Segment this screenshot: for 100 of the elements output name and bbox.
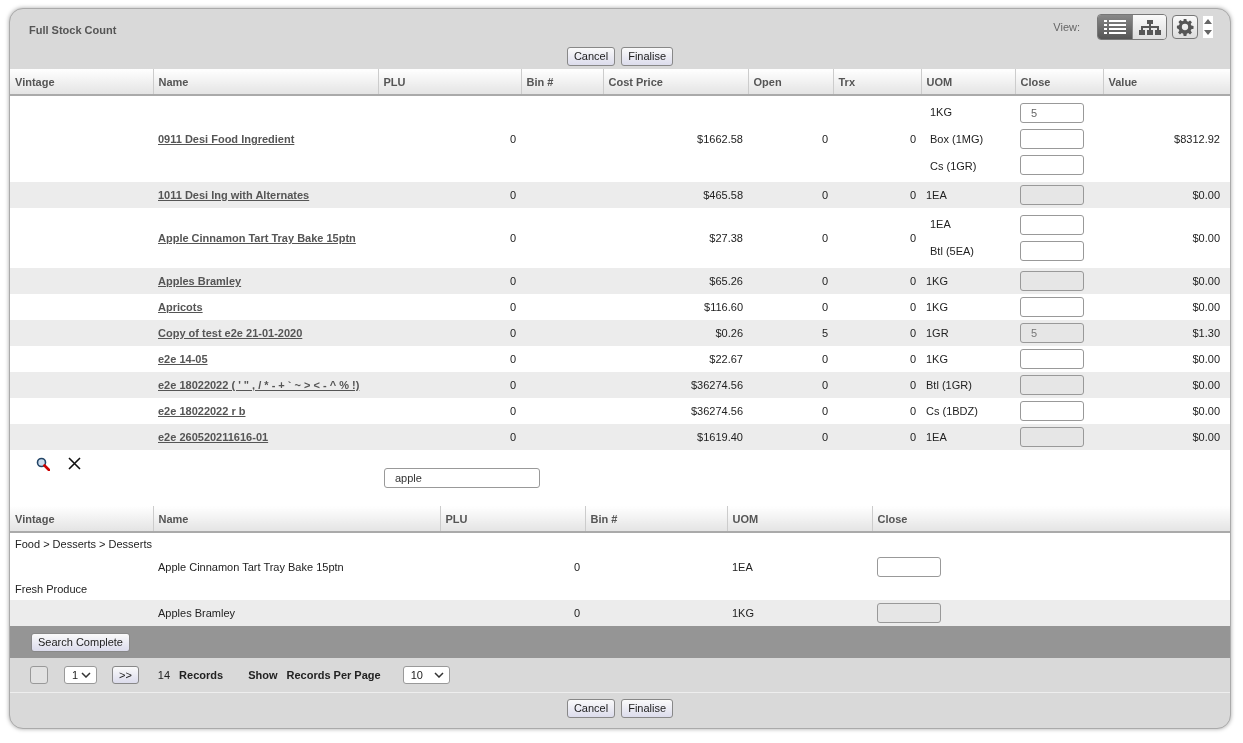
- table-cell: 1KG: [732, 607, 754, 619]
- table-cell: 0: [509, 327, 516, 339]
- table-cell: 0: [509, 301, 516, 313]
- list-view-button[interactable]: [1098, 15, 1132, 39]
- column-header: Vintage: [10, 506, 153, 532]
- cancel-button[interactable]: Cancel: [566, 699, 616, 718]
- table-cell: 0: [909, 275, 916, 287]
- table-cell: $465.58: [703, 189, 743, 201]
- close-field[interactable]: 5: [1020, 103, 1084, 123]
- close-field[interactable]: [1020, 349, 1084, 369]
- table-cell: 0: [821, 232, 828, 244]
- show-label: Show: [248, 669, 278, 681]
- list-icon: [1104, 20, 1126, 34]
- item-link[interactable]: 0911 Desi Food Ingredient: [158, 133, 295, 145]
- close-field[interactable]: [877, 556, 941, 577]
- scroll-arrows-icon[interactable]: [1203, 16, 1213, 38]
- table-cell: $1.30: [1192, 327, 1220, 339]
- blank-button[interactable]: [30, 666, 48, 684]
- table-cell: 0: [909, 379, 916, 391]
- table-cell-text: Box (1MG): [929, 131, 985, 147]
- record-count: 14: [157, 669, 171, 681]
- search-icon[interactable]: [36, 457, 50, 471]
- column-header: Value: [1103, 69, 1230, 95]
- table-cell: 0: [909, 189, 916, 201]
- table-cell: $0.00: [1192, 405, 1220, 417]
- records-label: Records: [179, 669, 224, 681]
- item-link[interactable]: e2e 18022022 r b: [158, 405, 246, 417]
- table-cell: $1619.40: [697, 431, 743, 443]
- table-cell: 1EA: [732, 560, 753, 573]
- table-cell: $0.00: [1192, 301, 1220, 313]
- finalise-button[interactable]: Finalise: [621, 47, 674, 66]
- column-header: Close: [872, 506, 1230, 532]
- table-cell: 0: [573, 607, 580, 619]
- table-cell: 0: [821, 189, 828, 201]
- category-label: Food > Desserts > Desserts: [15, 538, 152, 550]
- category-label: Fresh Produce: [15, 583, 88, 595]
- item-link[interactable]: Apple Cinnamon Tart Tray Bake 15ptn: [158, 232, 356, 244]
- table-cell-text: 1KG: [926, 275, 949, 287]
- close-field[interactable]: [1020, 241, 1084, 261]
- table-cell: 0: [821, 301, 828, 313]
- clear-icon[interactable]: [68, 457, 81, 470]
- caret-icon: [81, 672, 91, 678]
- close-field[interactable]: [1020, 155, 1084, 175]
- table-cell: 0: [821, 353, 828, 365]
- column-header: Bin #: [521, 69, 603, 95]
- hierarchy-icon: [1138, 19, 1161, 35]
- table-cell-text: 1KG: [929, 104, 953, 120]
- table-cell-text: 1EA: [926, 189, 948, 201]
- close-field[interactable]: [1020, 215, 1084, 235]
- column-header: PLU: [440, 506, 585, 532]
- table-cell: $0.00: [1192, 189, 1220, 201]
- table-cell: 0: [573, 560, 580, 573]
- table-cell: 0: [821, 405, 828, 417]
- page-select[interactable]: 1: [64, 666, 97, 684]
- table-cell: Apples Bramley: [158, 607, 236, 619]
- finalise-button[interactable]: Finalise: [621, 699, 674, 718]
- table-cell: $22.67: [709, 353, 743, 365]
- table-cell: $1662.58: [697, 133, 743, 145]
- view-label: View:: [1053, 21, 1080, 33]
- table-cell-text: 1GR: [926, 327, 950, 339]
- column-header: Name: [153, 69, 378, 95]
- next-page-button[interactable]: >>: [112, 666, 139, 684]
- cancel-button[interactable]: Cancel: [566, 47, 616, 66]
- column-header: PLU: [378, 69, 521, 95]
- search-field[interactable]: apple: [384, 468, 540, 488]
- table-cell: 0: [509, 353, 516, 365]
- table-cell-text: Cs (1BDZ): [926, 405, 979, 417]
- item-link[interactable]: Apricots: [158, 301, 203, 313]
- item-link[interactable]: Apples Bramley: [158, 275, 242, 287]
- item-link[interactable]: e2e 14-05: [158, 353, 208, 365]
- table-cell-text: 1KG: [926, 353, 949, 365]
- table-cell: Apple Cinnamon Tart Tray Bake 15ptn: [158, 560, 344, 573]
- table-cell: $0.00: [1192, 353, 1220, 365]
- column-header: UOM: [727, 506, 872, 532]
- table-cell: 0: [509, 431, 516, 443]
- table-cell: 0: [909, 353, 916, 365]
- column-header: Name: [153, 506, 440, 532]
- table-cell: $0.00: [1192, 232, 1220, 244]
- table-cell: 0: [909, 405, 916, 417]
- gear-icon: [1176, 18, 1194, 36]
- table-cell: 0: [909, 327, 916, 339]
- per-page-select[interactable]: 10: [402, 666, 450, 684]
- table-cell: 0: [909, 301, 916, 313]
- table-cell: $27.38: [709, 232, 743, 244]
- settings-button[interactable]: [1172, 15, 1198, 39]
- table-cell: 0: [909, 431, 916, 443]
- table-cell: 0: [909, 232, 916, 244]
- tree-view-button[interactable]: [1132, 15, 1166, 39]
- column-header: Close: [1015, 69, 1103, 95]
- table-cell: 0: [509, 379, 516, 391]
- close-field[interactable]: [1020, 401, 1084, 421]
- table-cell-text: Btl (1GR): [926, 379, 973, 391]
- table-cell: $36274.56: [691, 405, 743, 417]
- table-cell: $0.00: [1192, 275, 1220, 287]
- search-complete-button[interactable]: Search Complete: [31, 632, 130, 652]
- close-field[interactable]: [1020, 129, 1084, 149]
- table-cell: 5: [821, 327, 828, 339]
- table-cell: 0: [821, 275, 828, 287]
- table-cell: $0.00: [1192, 379, 1220, 391]
- close-field[interactable]: [1020, 297, 1084, 317]
